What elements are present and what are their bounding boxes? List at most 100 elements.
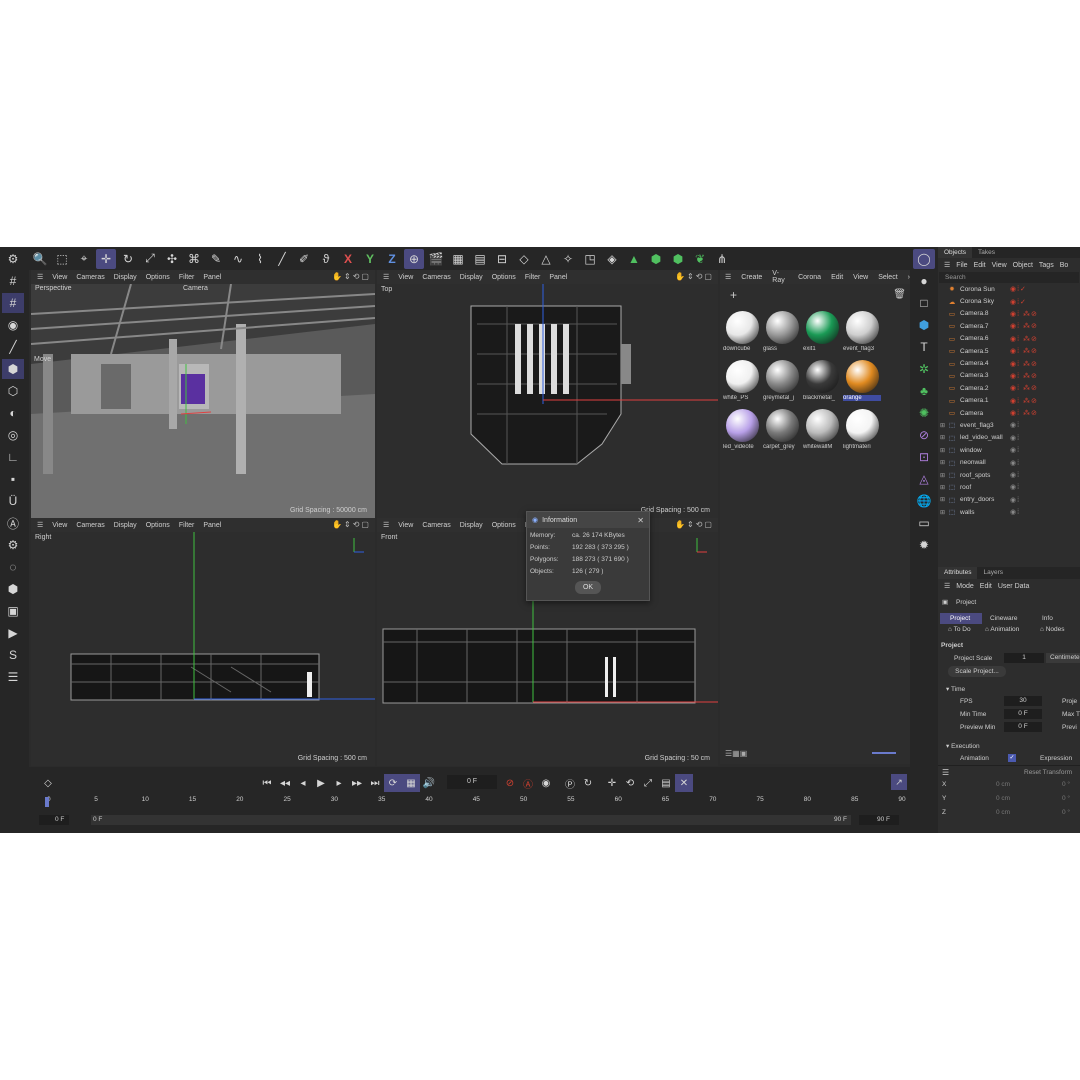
menu-icon[interactable]: ☰: [383, 273, 389, 281]
menu-cameras[interactable]: Cameras: [422, 522, 450, 529]
menu-icon[interactable]: ☰: [37, 521, 43, 529]
object-tags[interactable]: ◉⁞ ⁂⊘: [1010, 322, 1038, 330]
menu-options[interactable]: Options: [492, 522, 516, 529]
deformer-icon[interactable]: ◳: [580, 249, 600, 269]
live-selection-icon[interactable]: ⌖: [74, 249, 94, 269]
trash-icon[interactable]: 🗑: [893, 289, 906, 300]
viewport-right[interactable]: ☰ View Cameras Display Options Filter Pa…: [31, 518, 375, 766]
transform-icon[interactable]: ✣: [162, 249, 182, 269]
script-icon[interactable]: S: [2, 645, 24, 665]
menu-panel[interactable]: Panel: [203, 274, 221, 281]
object-row[interactable]: ⊞ ⬚ window ◉⁞: [938, 444, 1080, 456]
menu-view[interactable]: View: [398, 274, 413, 281]
menu-cameras[interactable]: Cameras: [76, 522, 104, 529]
menu-select[interactable]: Select: [878, 274, 897, 281]
coord-position-value[interactable]: 0 cm: [996, 781, 1010, 788]
generator-icon[interactable]: ⬢: [668, 249, 688, 269]
object-tags[interactable]: ◉⁞ ⁂⊘: [1010, 310, 1038, 318]
menu-options[interactable]: Options: [146, 522, 170, 529]
object-row[interactable]: ▭ Camera.2 ◉⁞ ⁂⊘: [938, 382, 1080, 394]
expand-icon[interactable]: ⊞: [940, 484, 945, 491]
grid-snap-icon[interactable]: #: [2, 271, 24, 291]
menu-view[interactable]: View: [853, 274, 868, 281]
coord-position-value[interactable]: 0 cm: [996, 809, 1010, 816]
object-row[interactable]: ⊞ ⬚ roof_spots ◉⁞: [938, 469, 1080, 481]
clover-icon[interactable]: ♣: [913, 381, 935, 401]
object-row[interactable]: ⊞ ⬚ event_flag3 ◉⁞: [938, 419, 1080, 431]
key-rotation-icon[interactable]: ↻: [579, 774, 597, 792]
select-icon[interactable]: ⬚: [52, 249, 72, 269]
menu-mode[interactable]: Mode: [956, 583, 974, 590]
project-scale-unit[interactable]: Centimete: [1046, 653, 1080, 663]
range-bar[interactable]: 0 F 90 F: [91, 815, 851, 825]
render-settings-icon[interactable]: ▤: [470, 249, 490, 269]
lock-icon[interactable]: ◌: [2, 557, 24, 577]
coord-position-value[interactable]: 0 cm: [996, 795, 1010, 802]
scale-project-button[interactable]: Scale Project...: [948, 666, 1006, 677]
previous-frame-icon[interactable]: ◂: [294, 774, 312, 792]
key-rotate-icon[interactable]: ⟲: [621, 774, 639, 792]
move-icon[interactable]: ✛: [96, 248, 116, 269]
material-swatch[interactable]: orange: [842, 358, 882, 407]
menu-display[interactable]: Display: [460, 522, 483, 529]
object-tags[interactable]: ◉⁞ ⁂⊘: [1010, 397, 1038, 405]
project-scale-input[interactable]: 1: [1004, 653, 1044, 663]
expand-icon[interactable]: ⊞: [940, 422, 945, 429]
object-tags[interactable]: ◉⁞: [1010, 434, 1020, 442]
snap-icon[interactable]: Ü: [2, 491, 24, 511]
triangle-icon[interactable]: △: [536, 249, 556, 269]
menu-cameras[interactable]: Cameras: [76, 274, 104, 281]
viewport-nav-icons[interactable]: ✋⇕⟲▢: [332, 520, 371, 529]
object-tags[interactable]: ◉⁞✓: [1010, 285, 1027, 293]
sculpt-icon[interactable]: ╱: [272, 249, 292, 269]
menu-icon[interactable]: ☰: [383, 521, 389, 529]
tab-takes[interactable]: Takes: [972, 247, 1001, 258]
menu-filter[interactable]: Filter: [525, 274, 541, 281]
world-coordinates-icon[interactable]: ⊕: [404, 248, 424, 269]
material-swatch[interactable]: exit1: [802, 309, 842, 358]
menu-icon[interactable]: ☰: [944, 261, 950, 269]
expand-icon[interactable]: ⊞: [940, 434, 945, 441]
menu-user-data[interactable]: User Data: [998, 583, 1030, 590]
viewport-nav-icons[interactable]: ✋⇕⟲▢: [675, 272, 714, 281]
viewport-nav-icons[interactable]: ✋⇕⟲▢: [332, 272, 371, 281]
field-icon[interactable]: ▲: [624, 249, 644, 269]
time-section[interactable]: ▾ Time: [946, 685, 965, 693]
object-row[interactable]: ▭ Camera.6 ◉⁞ ⁂⊘: [938, 333, 1080, 345]
object-row[interactable]: ▭ Camera.4 ◉⁞ ⁂⊘: [938, 357, 1080, 369]
object-tags[interactable]: ◉⁞: [1010, 471, 1020, 479]
menu-edit[interactable]: Edit: [974, 262, 986, 269]
object-tags[interactable]: ◉⁞ ⁂⊘: [1010, 384, 1038, 392]
object-row[interactable]: ☁ Corona Sky ◉⁞✓: [938, 295, 1080, 307]
render-view-icon[interactable]: ▦: [448, 249, 468, 269]
start-frame-input[interactable]: 0 F: [39, 815, 69, 825]
viewport-perspective[interactable]: ☰ View Cameras Display Options Filter Pa…: [31, 270, 375, 518]
menu-view[interactable]: View: [52, 522, 67, 529]
current-frame-input[interactable]: 0 F: [447, 775, 497, 789]
tab-objects[interactable]: Objects: [938, 247, 973, 258]
globe-icon[interactable]: 🌐: [913, 491, 935, 511]
list-icon[interactable]: ☰: [2, 667, 24, 687]
play-viewport-icon[interactable]: ▶: [2, 623, 24, 643]
menu-bookmarks[interactable]: Bo: [1060, 262, 1069, 269]
object-row[interactable]: ▭ Camera.8 ◉⁞ ⁂⊘: [938, 308, 1080, 320]
record-icon[interactable]: ⊘: [501, 774, 519, 792]
material-swatch[interactable]: lightmateri: [842, 407, 882, 456]
lasso-icon[interactable]: ϑ: [316, 249, 336, 269]
go-to-start-icon[interactable]: ⏮: [258, 774, 276, 792]
search-icon[interactable]: 🔍: [30, 249, 50, 269]
menu-options[interactable]: Options: [492, 274, 516, 281]
deform-icon[interactable]: ⊘: [913, 425, 935, 445]
cube-icon[interactable]: ⬢: [913, 315, 935, 335]
key-move-icon[interactable]: ✛: [603, 774, 621, 792]
settings-icon[interactable]: ⚙: [2, 535, 24, 555]
menu-filter[interactable]: Filter: [179, 274, 195, 281]
workplane-icon[interactable]: #: [2, 293, 24, 313]
sphere-icon[interactable]: ◯: [913, 249, 935, 269]
spline-icon[interactable]: ∿: [228, 249, 248, 269]
menu-tags[interactable]: Tags: [1039, 262, 1054, 269]
cube-icon[interactable]: ◇: [514, 249, 534, 269]
camera-icon[interactable]: ▭: [913, 513, 935, 533]
subtab-project[interactable]: Project: [940, 613, 982, 624]
menu-file[interactable]: File: [956, 262, 967, 269]
